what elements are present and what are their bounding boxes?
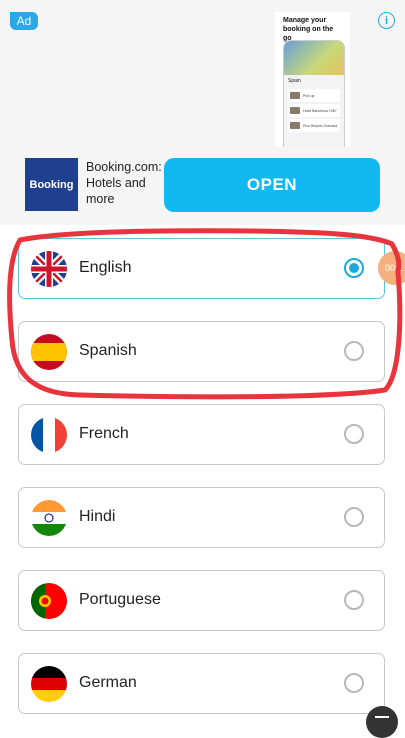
floating-action-button[interactable] bbox=[366, 706, 398, 738]
phone-row: Piso Historic Granada bbox=[288, 119, 340, 132]
radio-button[interactable] bbox=[344, 341, 364, 361]
phone-hero-image bbox=[284, 41, 344, 75]
language-label: Spanish bbox=[79, 342, 137, 359]
language-label: English bbox=[79, 259, 132, 276]
ad-badge: Ad bbox=[10, 12, 38, 30]
language-label: French bbox=[79, 425, 129, 442]
phone-row: Pick up bbox=[288, 89, 340, 102]
portugal-flag-icon bbox=[31, 583, 67, 619]
radio-button[interactable] bbox=[344, 590, 364, 610]
radio-button-selected[interactable] bbox=[344, 258, 364, 278]
spain-flag-icon bbox=[31, 334, 67, 370]
uk-flag-icon bbox=[31, 251, 67, 287]
radio-button[interactable] bbox=[344, 507, 364, 527]
language-option-french[interactable]: French bbox=[18, 404, 385, 465]
info-icon[interactable]: i bbox=[378, 12, 395, 29]
phone-title: Spain bbox=[288, 78, 301, 84]
booking-logo[interactable]: Booking bbox=[25, 158, 78, 211]
language-label: Portuguese bbox=[79, 591, 161, 608]
floating-timer-bubble[interactable]: 00:1 bbox=[378, 251, 405, 285]
language-label: German bbox=[79, 674, 137, 691]
phone-screen: Spain Pick up Hotel Barcelona 1987 Piso … bbox=[283, 40, 345, 147]
france-flag-icon bbox=[31, 417, 67, 453]
ad-banner[interactable]: Ad i Manage your booking on the go Spain… bbox=[0, 0, 405, 225]
phone-row: Hotel Barcelona 1987 bbox=[288, 104, 340, 117]
germany-flag-icon bbox=[31, 666, 67, 702]
open-button[interactable]: OPEN bbox=[164, 158, 380, 212]
ad-brand-text: Booking.com: Hotels and more bbox=[86, 160, 162, 206]
language-label: Hindi bbox=[79, 508, 116, 525]
india-flag-icon bbox=[31, 500, 67, 536]
language-option-hindi[interactable]: Hindi bbox=[18, 487, 385, 548]
language-option-spanish[interactable]: Spanish bbox=[18, 321, 385, 382]
language-option-portuguese[interactable]: Portuguese bbox=[18, 570, 385, 631]
language-option-german[interactable]: German bbox=[18, 653, 385, 714]
ad-phone-image: Manage your booking on the go Spain Pick… bbox=[275, 12, 350, 147]
language-option-english[interactable]: English bbox=[18, 238, 385, 299]
radio-button[interactable] bbox=[344, 673, 364, 693]
radio-button[interactable] bbox=[344, 424, 364, 444]
